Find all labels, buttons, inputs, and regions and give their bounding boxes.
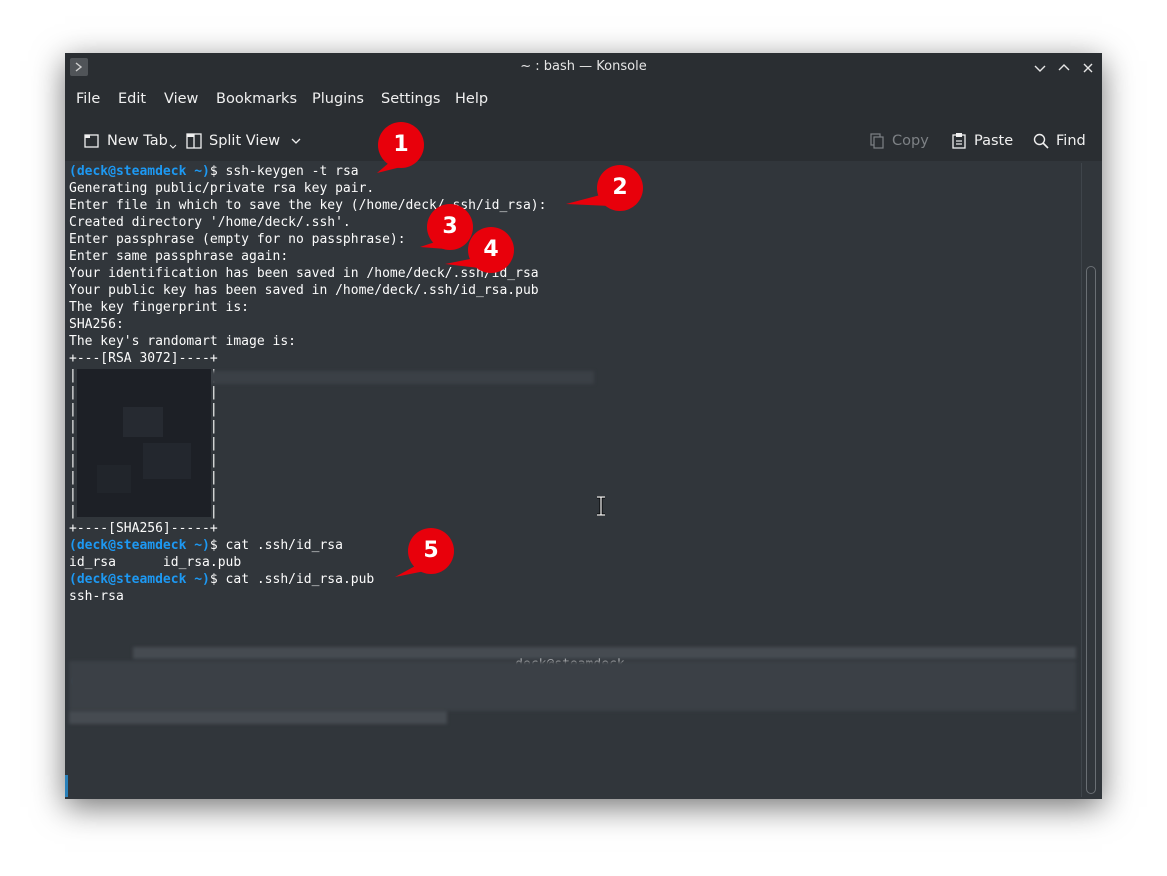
callout-2: 2 [566, 164, 644, 212]
terminal-output-line: id_rsa id_rsa.pub [69, 554, 625, 571]
chevron-down-icon [291, 138, 301, 144]
terminal-output-line: +---[RSA 3072]----+ [69, 350, 625, 367]
text-cursor-icon [595, 495, 607, 520]
terminal-output-line: Enter passphrase (empty for no passphras… [69, 231, 625, 248]
split-view-label: Split View [209, 133, 281, 149]
title-bar[interactable]: ~ : bash — Konsole [65, 53, 1102, 82]
menu-file[interactable]: File [76, 91, 100, 107]
terminal-output-line: The key fingerprint is: [69, 299, 625, 316]
close-icon[interactable] [1079, 59, 1097, 77]
output-text: Enter same passphrase again: [69, 249, 289, 264]
redacted-public-key-line-1 [133, 647, 1076, 659]
callout-4: 4 [445, 226, 515, 274]
new-tab-icon [84, 134, 99, 148]
prompt-user: (deck@steamdeck ~) [69, 572, 210, 587]
prompt-command: $ cat .ssh/id_rsa.pub [209, 572, 375, 587]
output-text: Enter passphrase (empty for no passphras… [69, 232, 406, 247]
menu-help[interactable]: Help [455, 91, 488, 107]
terminal-prompt-line: (deck@steamdeck ~)$ cat .ssh/id_rsa [69, 537, 625, 554]
split-view-icon [186, 133, 202, 149]
output-text: SHA256: [69, 317, 124, 332]
output-text: +---[RSA 3072]----+ [69, 351, 218, 366]
terminal-prompt-line: (deck@steamdeck ~)$ cat .ssh/id_rsa.pub [69, 571, 625, 588]
minimize-icon[interactable] [1031, 59, 1049, 77]
menu-settings[interactable]: Settings [381, 91, 440, 107]
redacted-randomart [77, 369, 211, 517]
menu-plugins[interactable]: Plugins [312, 91, 364, 107]
copy-icon [870, 133, 884, 149]
terminal-output-line: SHA256: [69, 316, 625, 333]
output-text: id_rsa id_rsa.pub [69, 555, 242, 570]
redacted-public-key-body [69, 661, 1076, 711]
copy-label: Copy [892, 133, 929, 149]
redacted-public-key-tail [69, 711, 447, 724]
prompt-command: $ cat .ssh/id_rsa [209, 538, 343, 553]
prompt-user: (deck@steamdeck ~) [69, 538, 210, 553]
terminal-output-line: Enter file in which to save the key (/ho… [69, 197, 625, 214]
menu-edit[interactable]: Edit [118, 91, 146, 107]
output-text: Created directory '/home/deck/.ssh'. [69, 215, 351, 230]
copy-button[interactable]: Copy [868, 131, 929, 151]
activity-marker [65, 775, 68, 797]
toolbar: New Tab Split View Copy Paste Find [65, 119, 1102, 160]
prompt-command: $ ssh-keygen -t rsa [209, 164, 359, 179]
terminal-prompt-line: (deck@steamdeck ~)$ ssh-keygen -t rsa [69, 163, 625, 180]
chevron-down-icon [169, 144, 177, 149]
output-text: Your public key has been saved in /home/… [69, 283, 539, 298]
output-text: The key fingerprint is: [69, 300, 250, 315]
paste-button[interactable]: Paste [950, 131, 1013, 151]
menu-bookmarks[interactable]: Bookmarks [216, 91, 297, 107]
output-text: ssh-rsa [69, 589, 124, 604]
menu-view[interactable]: View [164, 91, 198, 107]
find-button[interactable]: Find [1032, 131, 1086, 151]
terminal-output-line: Created directory '/home/deck/.ssh'. [69, 214, 625, 231]
split-view-button[interactable]: Split View [185, 131, 308, 151]
output-text: The key's randomart image is: [69, 334, 296, 349]
terminal-output-line: Enter same passphrase again: [69, 248, 625, 265]
terminal-area[interactable]: (deck@steamdeck ~)$ ssh-keygen -t rsa Gen… [65, 161, 1102, 799]
output-text: +----[SHA256]-----+ [69, 521, 218, 536]
terminal-output-line: Your public key has been saved in /home/… [69, 282, 625, 299]
konsole-window: ~ : bash — Konsole File Edit View Bookma… [65, 53, 1102, 799]
callout-5: 5 [395, 527, 455, 577]
callout-1: 1 [377, 121, 425, 173]
search-icon [1033, 133, 1049, 149]
terminal-output-line: ssh-rsa [69, 588, 625, 605]
paste-label: Paste [974, 133, 1014, 149]
new-tab-label: New Tab [107, 133, 168, 149]
find-label: Find [1056, 133, 1086, 149]
new-tab-button[interactable]: New Tab [83, 131, 177, 151]
terminal-output-line: The key's randomart image is: [69, 333, 625, 350]
scrollbar-thumb[interactable] [1086, 266, 1096, 794]
menu-bar: File Edit View Bookmarks Plugins Setting… [65, 82, 1102, 118]
terminal-output-line: Your identification has been saved in /h… [69, 265, 625, 282]
output-text: Enter file in which to save the key (/ho… [69, 198, 547, 213]
maximize-icon[interactable] [1055, 59, 1073, 77]
window-title: ~ : bash — Konsole [520, 59, 647, 74]
paste-icon [952, 133, 966, 149]
terminal-output-line: Generating public/private rsa key pair. [69, 180, 625, 197]
output-text: Generating public/private rsa key pair. [69, 181, 375, 196]
terminal-output-line: +----[SHA256]-----+ [69, 520, 625, 537]
prompt-user: (deck@steamdeck ~) [69, 164, 210, 179]
